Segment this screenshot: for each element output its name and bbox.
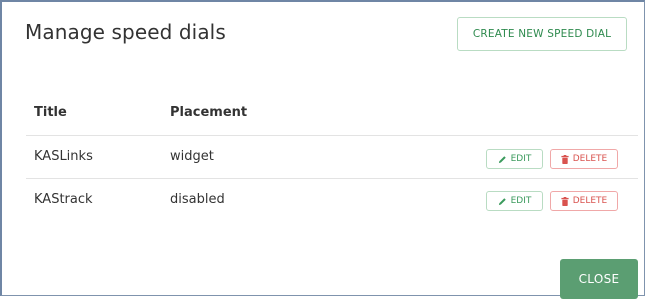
column-header-placement: Placement [170, 105, 248, 120]
create-speed-dial-button[interactable]: CREATE NEW SPEED DIAL [457, 17, 627, 51]
trash-icon [561, 154, 569, 164]
delete-button[interactable]: DELETE [550, 149, 618, 169]
row-divider [26, 178, 638, 179]
row-title: KAStrack [34, 192, 93, 207]
delete-button[interactable]: DELETE [550, 191, 618, 211]
edit-button[interactable]: EDIT [486, 191, 543, 211]
dialog-title: Manage speed dials [25, 20, 226, 44]
edit-button[interactable]: EDIT [486, 149, 543, 169]
delete-label: DELETE [572, 196, 608, 206]
row-placement: widget [170, 149, 214, 164]
edit-label: EDIT [510, 154, 532, 164]
close-button[interactable]: CLOSE [560, 259, 638, 299]
column-header-title: Title [34, 105, 67, 120]
pencil-icon [498, 197, 507, 206]
header-divider [26, 135, 638, 136]
manage-speed-dials-dialog: Manage speed dials CREATE NEW SPEED DIAL… [0, 0, 645, 299]
row-placement: disabled [170, 192, 225, 207]
delete-label: DELETE [572, 154, 608, 164]
pencil-icon [498, 155, 507, 164]
row-title: KASLinks [34, 149, 93, 164]
edit-label: EDIT [510, 196, 532, 206]
trash-icon [561, 196, 569, 206]
